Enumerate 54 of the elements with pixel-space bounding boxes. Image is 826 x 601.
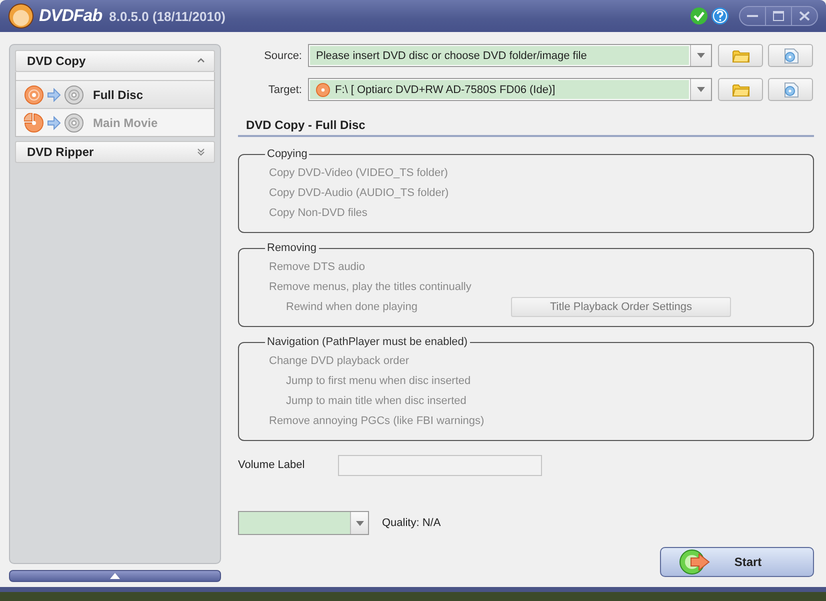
disc-image-button[interactable]: [768, 44, 813, 67]
path-combo[interactable]: F:\ [ Optiarc DVD+RW AD-7580S FD06 (Ide)]: [308, 78, 712, 101]
start-button[interactable]: Start: [660, 547, 814, 577]
check-icon[interactable]: [690, 7, 708, 25]
option-label: Copy DVD-Video (VIDEO_TS folder): [269, 167, 448, 179]
quality-combo[interactable]: [238, 511, 369, 535]
section-title: DVD Copy: [27, 54, 86, 68]
section-header[interactable]: DVD Ripper: [15, 141, 215, 163]
option-label: Copy Non-DVD files: [269, 207, 368, 219]
section-header[interactable]: DVD Copy: [15, 50, 215, 72]
option-label: Jump to first menu when disc inserted: [286, 375, 471, 387]
folder-icon: [732, 82, 750, 96]
up-triangle-icon: [110, 573, 120, 579]
disc-image-button[interactable]: [768, 78, 813, 101]
dropdown-icon[interactable]: [697, 87, 705, 92]
section-title: DVD Ripper: [27, 145, 94, 159]
field-label: Volume Label: [238, 459, 306, 471]
option-label: Rewind when done playing: [286, 301, 418, 313]
quality-label: Quality: N/A: [382, 517, 441, 529]
option-label: Change DVD playback order: [269, 355, 410, 367]
disc-icon: [24, 84, 44, 104]
group-title: Removing: [266, 242, 318, 254]
browse-button[interactable]: [718, 78, 763, 101]
field-label: Target:: [267, 84, 303, 96]
option-label: Remove DTS audio: [269, 261, 365, 273]
start-icon: [679, 549, 711, 575]
volume-label-field[interactable]: [338, 454, 542, 476]
option-label: Jump to main title when disc inserted: [286, 395, 466, 407]
mascot-icon: [8, 3, 34, 29]
option-label: Remove menus, play the titles continually: [269, 281, 472, 293]
version-text: 8.0.5.0 (18/11/2010): [109, 8, 226, 24]
app-logo: DVDFab: [39, 6, 102, 26]
option-label: Remove annoying PGCs (like FBI warnings): [269, 415, 484, 427]
help-icon[interactable]: [711, 7, 729, 25]
browse-button[interactable]: [718, 44, 763, 67]
option-label: Copy DVD-Audio (AUDIO_TS folder): [269, 187, 449, 199]
folder-icon: [732, 48, 750, 62]
dropdown-icon: [356, 520, 364, 526]
collapse-bar[interactable]: [9, 570, 221, 582]
disc-file-icon: [782, 82, 800, 98]
disc-icon: [64, 84, 84, 104]
arrow-icon: [47, 88, 61, 102]
group-title: Navigation (PathPlayer must be enabled): [266, 336, 469, 348]
sidebar-item[interactable]: Full Disc: [16, 80, 214, 108]
disc-icon: [64, 112, 84, 132]
path-combo[interactable]: Please insert DVD disc or choose DVD folder/image file: [308, 44, 712, 67]
disc-icon: [316, 82, 330, 96]
field-label: Source:: [263, 50, 303, 62]
section-heading: DVD Copy - Full Disc: [238, 112, 814, 137]
arrow-icon: [47, 116, 61, 130]
expand-icon: [196, 147, 206, 157]
dropdown-icon[interactable]: [697, 53, 705, 58]
group-title: Copying: [266, 148, 308, 160]
disc-file-icon: [782, 48, 800, 64]
